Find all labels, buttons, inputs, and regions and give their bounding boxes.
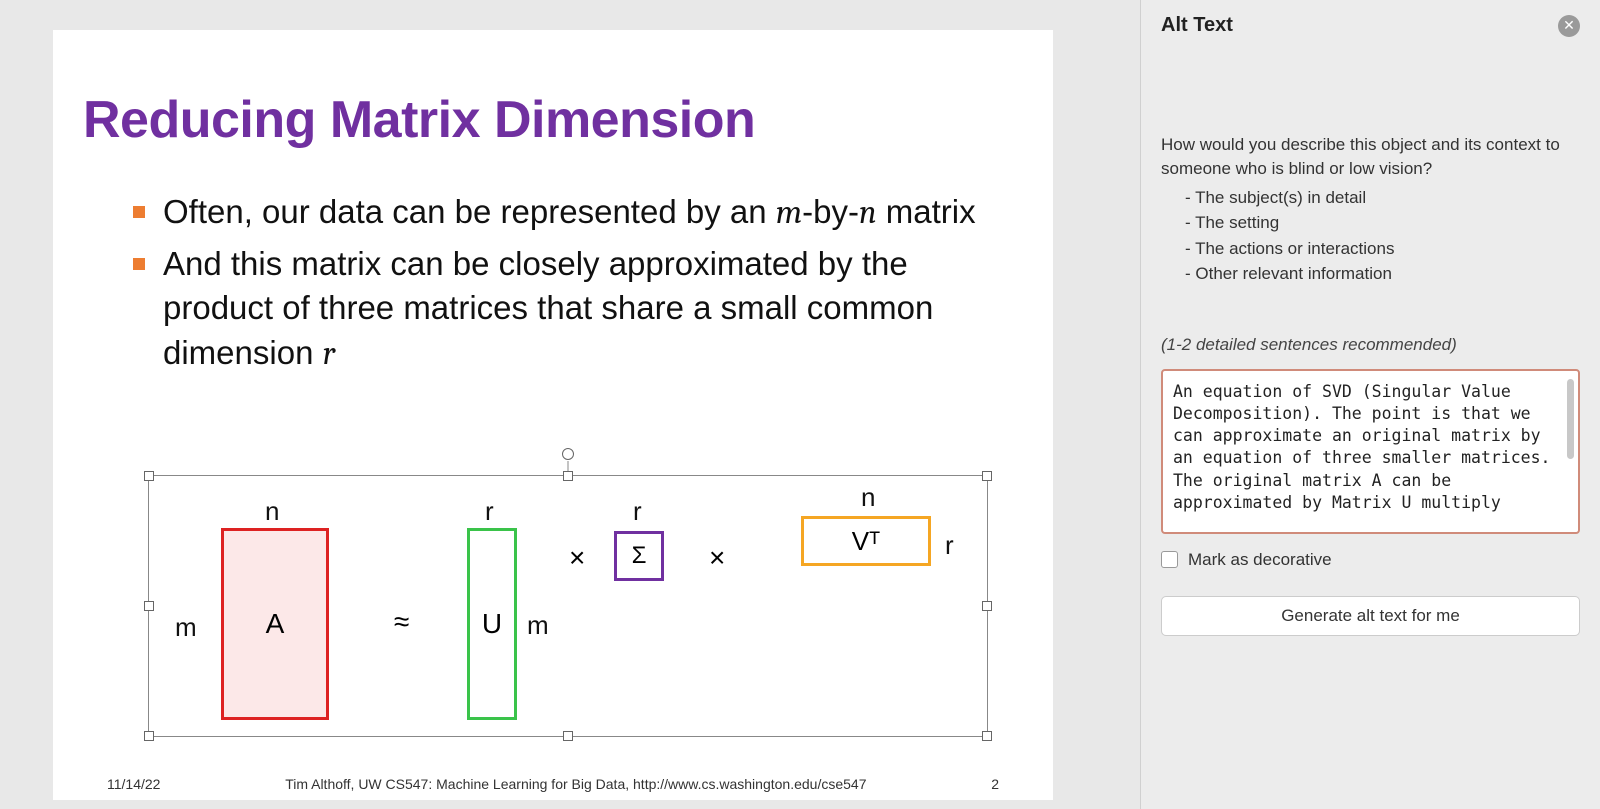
prompt-item: - The actions or interactions xyxy=(1185,236,1580,262)
label-m: m xyxy=(527,610,549,641)
bullet-marker-icon xyxy=(133,206,145,218)
label-r: r xyxy=(945,530,954,561)
alt-text-input[interactable] xyxy=(1173,381,1568,517)
bullet-text: Often, our data can be represented by an… xyxy=(163,190,1003,236)
scrollbar[interactable] xyxy=(1567,379,1574,459)
sidebar-title: Alt Text xyxy=(1161,14,1233,37)
resize-handle[interactable] xyxy=(144,731,154,741)
slide[interactable]: Reducing Matrix Dimension Often, our dat… xyxy=(53,30,1053,800)
footer-page: 2 xyxy=(991,776,999,792)
matrix-v-transpose: Vᵀ xyxy=(801,516,931,566)
approx-op: ≈ xyxy=(394,606,409,638)
slide-canvas[interactable]: Reducing Matrix Dimension Often, our dat… xyxy=(0,0,1140,809)
times-op: × xyxy=(709,542,725,574)
rotate-handle-icon[interactable] xyxy=(562,448,574,460)
bullet-list: Often, our data can be represented by an… xyxy=(133,190,1003,376)
resize-handle[interactable] xyxy=(982,601,992,611)
resize-handle[interactable] xyxy=(144,601,154,611)
bullet-marker-icon xyxy=(133,258,145,270)
bullet-item: Often, our data can be represented by an… xyxy=(133,190,1003,236)
matrix-sigma: Σ xyxy=(614,531,664,581)
footer-date: 11/14/22 xyxy=(107,776,160,792)
bullet-text: And this matrix can be closely approxima… xyxy=(163,242,1003,377)
slide-title: Reducing Matrix Dimension xyxy=(83,90,1003,150)
mark-decorative-label: Mark as decorative xyxy=(1188,550,1332,570)
resize-handle[interactable] xyxy=(982,731,992,741)
svd-diagram-object[interactable]: n m A ≈ r U m × r Σ × n Vᵀ r xyxy=(148,475,988,737)
label-m: m xyxy=(175,612,197,643)
resize-handle[interactable] xyxy=(982,471,992,481)
times-op: × xyxy=(569,542,585,574)
resize-handle[interactable] xyxy=(563,471,573,481)
prompt-item: - The setting xyxy=(1185,210,1580,236)
alt-text-hint: (1-2 detailed sentences recommended) xyxy=(1161,335,1580,355)
label-n: n xyxy=(265,496,279,527)
generate-alt-text-button[interactable]: Generate alt text for me xyxy=(1161,596,1580,636)
close-pane-button[interactable]: ✕ xyxy=(1558,15,1580,37)
alt-text-pane: Alt Text ✕ How would you describe this o… xyxy=(1140,0,1600,809)
matrix-a: A xyxy=(221,528,329,720)
sidebar-header: Alt Text ✕ xyxy=(1161,14,1580,37)
label-r: r xyxy=(633,496,642,527)
label-n: n xyxy=(861,482,875,513)
matrix-u: U xyxy=(467,528,517,720)
prompt-item: - Other relevant information xyxy=(1185,261,1580,287)
prompt-item: - The subject(s) in detail xyxy=(1185,185,1580,211)
label-r: r xyxy=(485,496,494,527)
mark-decorative-checkbox[interactable] xyxy=(1161,551,1178,568)
footer-credit: Tim Althoff, UW CS547: Machine Learning … xyxy=(285,776,866,792)
slide-footer: 11/14/22 Tim Althoff, UW CS547: Machine … xyxy=(53,776,1053,792)
mark-decorative-row: Mark as decorative xyxy=(1161,550,1580,570)
resize-handle[interactable] xyxy=(563,731,573,741)
app-root: Reducing Matrix Dimension Often, our dat… xyxy=(0,0,1600,809)
close-icon: ✕ xyxy=(1563,17,1575,34)
alt-text-input-container xyxy=(1161,369,1580,534)
bullet-item: And this matrix can be closely approxima… xyxy=(133,242,1003,377)
resize-handle[interactable] xyxy=(144,471,154,481)
alt-text-prompt: How would you describe this object and i… xyxy=(1161,133,1580,181)
alt-text-prompt-list: - The subject(s) in detail - The setting… xyxy=(1185,185,1580,287)
